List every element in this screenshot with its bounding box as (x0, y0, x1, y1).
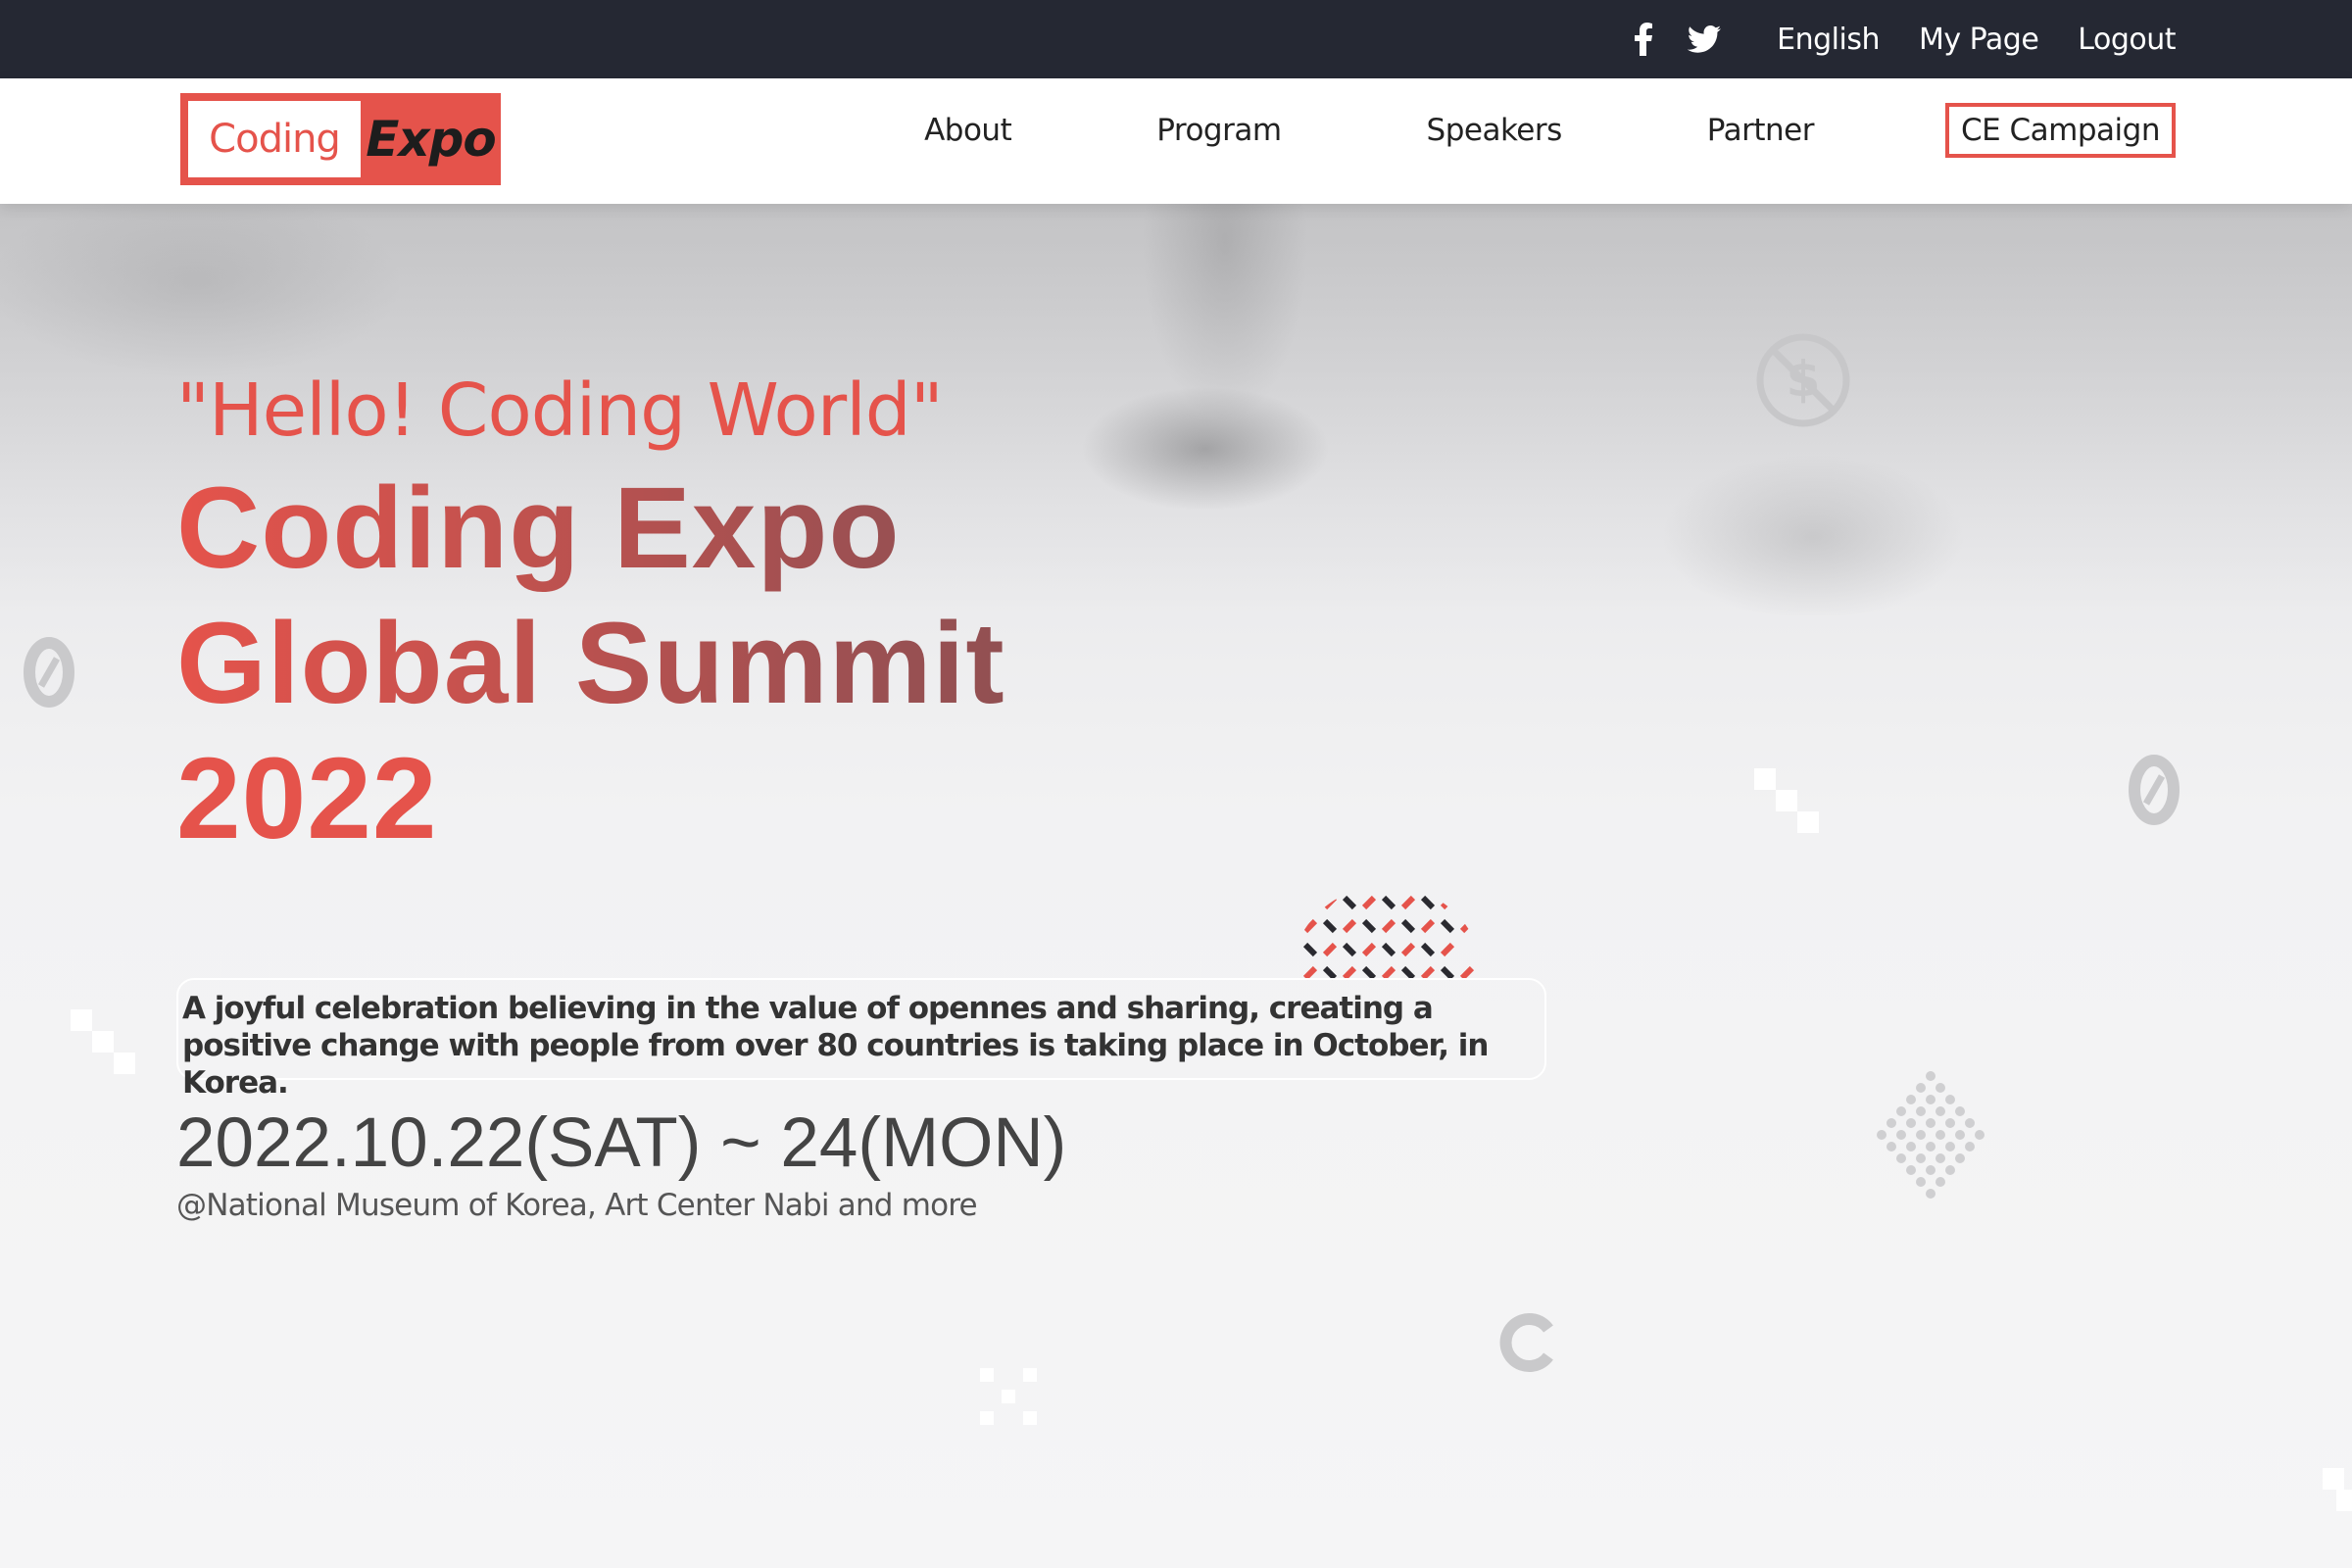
my-page-link[interactable]: My Page (1919, 23, 2039, 57)
hero-title-year: 2022 (176, 734, 438, 863)
social-links (1602, 20, 1724, 59)
nav-item-about[interactable]: About (910, 105, 1025, 156)
nav-item-speakers[interactable]: Speakers (1413, 105, 1576, 156)
logo-text-coding: Coding (188, 101, 361, 177)
hero-title: Coding Expo Global Summit 2022 (176, 461, 1352, 866)
facebook-icon[interactable] (1624, 20, 1663, 59)
twitter-icon[interactable] (1685, 20, 1724, 59)
zero-shape-icon (24, 637, 74, 708)
nav-item-program[interactable]: Program (1143, 105, 1295, 156)
language-link[interactable]: English (1777, 23, 1880, 57)
diamond-dots-icon (1877, 1071, 1984, 1199)
utility-links: English My Page Logout (1738, 23, 2176, 57)
hero-title-line-2: Global Summit (176, 596, 1352, 731)
nav-item-ce-campaign[interactable]: CE Campaign (1944, 103, 2176, 158)
main-navbar: Coding Expo About Program Speakers Partn… (0, 78, 2352, 204)
top-utility-bar: English My Page Logout (0, 0, 2352, 78)
logout-link[interactable]: Logout (2078, 23, 2176, 57)
pattern-semicircle-icon (1302, 895, 1475, 981)
event-date: 2022.10.22(SAT) ~ 24(MON) (176, 1104, 1067, 1182)
hero-quote: "Hello! Coding World" (176, 368, 944, 453)
hero-section: $ (0, 204, 2352, 1568)
site-logo[interactable]: Coding Expo (180, 93, 501, 185)
pixel-steps-icon (2323, 1468, 2352, 1511)
zero-shape-icon (2129, 755, 2180, 825)
pixel-steps-icon (1754, 768, 1819, 833)
event-venue: @National Museum of Korea, Art Center Na… (176, 1188, 978, 1223)
logo-text-expo: Expo (366, 111, 497, 168)
c-shape-icon (1499, 1313, 1553, 1372)
x-shape-icon (980, 1368, 1037, 1425)
pixel-steps-icon (71, 1009, 135, 1074)
hero-title-line-1: Coding Expo (176, 461, 1352, 596)
hero-description: A joyful celebration believing in the va… (176, 978, 1546, 1101)
main-menu: About Program Speakers Partner CE Campai… (793, 103, 2176, 158)
nav-item-partner[interactable]: Partner (1693, 105, 1828, 156)
no-dollar-icon: $ (1756, 333, 1850, 427)
